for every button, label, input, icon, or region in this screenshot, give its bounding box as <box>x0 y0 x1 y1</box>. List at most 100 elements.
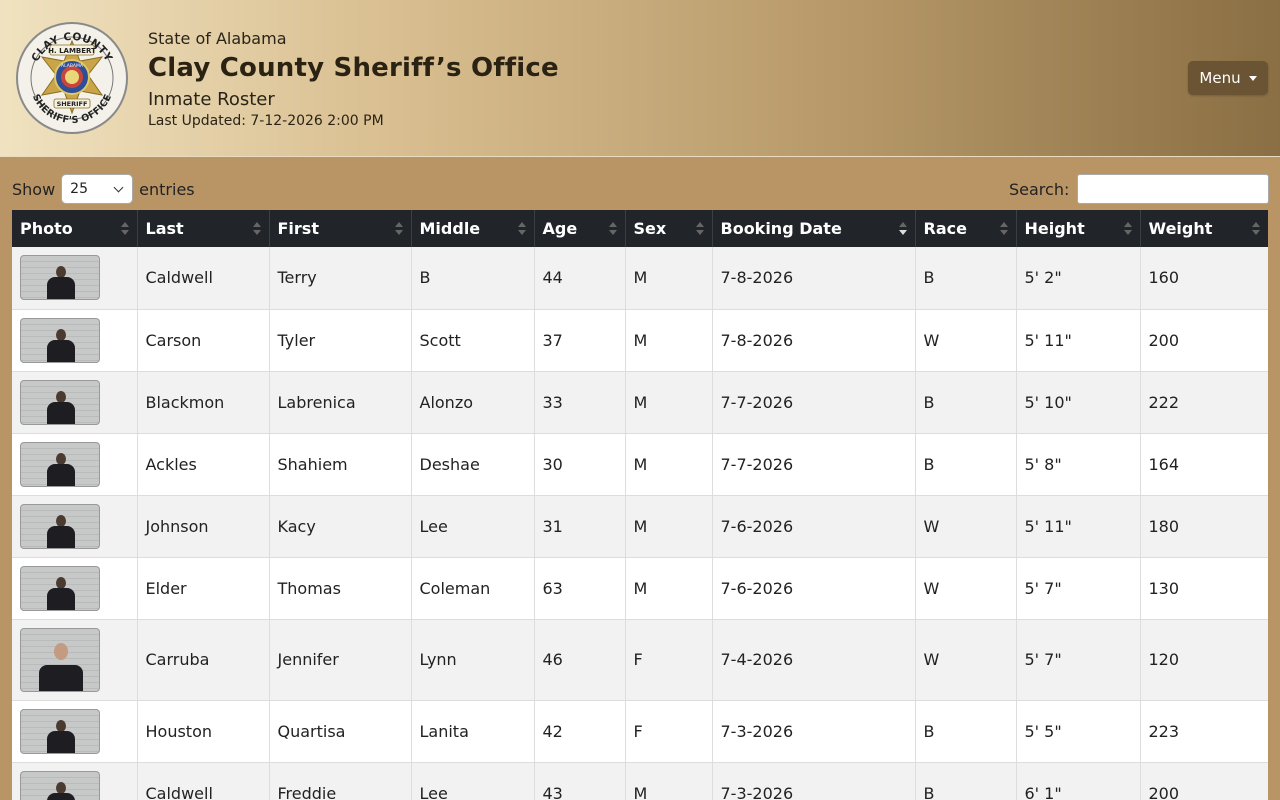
column-header-label: Booking Date <box>720 219 842 238</box>
cell-age: 44 <box>534 247 626 310</box>
menu-button[interactable]: Menu <box>1188 61 1268 95</box>
table-row[interactable]: Elder Thomas Coleman 63 M 7-6-2026 W 5' 7" 130 <box>12 557 1268 620</box>
cell-first: Jennifer <box>269 619 412 701</box>
page-subtitle: Inmate Roster <box>148 89 275 110</box>
column-header-label: Age <box>542 219 578 238</box>
inmate-photo[interactable] <box>20 770 100 800</box>
site-header: CLAY COUNTY SHERIFF'S OFFICE H. LAMBERT … <box>0 0 1280 157</box>
column-header-last[interactable]: Last <box>137 210 270 247</box>
column-header-label: Sex <box>633 219 667 238</box>
column-header-label: Race <box>923 219 967 238</box>
table-row[interactable]: Blackmon Labrenica Alonzo 33 M 7-7-2026 B 5' 10… <box>12 371 1268 434</box>
last-updated-text: Last Updated: 7-12-2026 2:00 PM <box>148 113 384 129</box>
cell-sex: F <box>625 619 713 701</box>
column-header-label: Middle <box>419 219 481 238</box>
cell-middle: Coleman <box>411 557 535 620</box>
cell-last: Houston <box>137 700 270 763</box>
cell-height: 5' 11" <box>1016 495 1141 558</box>
svg-text:H. LAMBERT: H. LAMBERT <box>48 47 96 55</box>
column-header-label: Weight <box>1148 219 1213 238</box>
cell-sex: M <box>625 247 713 310</box>
cell-last: Johnson <box>137 495 270 558</box>
inmate-photo[interactable] <box>20 379 100 425</box>
cell-booking: 7-8-2026 <box>712 247 916 310</box>
cell-height: 5' 10" <box>1016 371 1141 434</box>
cell-age: 63 <box>534 557 626 620</box>
column-header-first[interactable]: First <box>269 210 412 247</box>
table-row[interactable]: Johnson Kacy Lee 31 M 7-6-2026 W 5' 11" 180 <box>12 495 1268 558</box>
column-header-weight[interactable]: Weight <box>1140 210 1268 247</box>
inmate-photo[interactable] <box>20 627 100 692</box>
page-title: Clay County Sheriff’s Office <box>148 53 559 83</box>
cell-booking: 7-7-2026 <box>712 433 916 496</box>
inmate-photo[interactable] <box>20 503 100 549</box>
cell-height: 5' 7" <box>1016 619 1141 701</box>
photo-cell <box>12 495 138 558</box>
cell-weight: 222 <box>1140 371 1268 434</box>
entries-label: entries <box>139 179 195 199</box>
cell-sex: M <box>625 371 713 434</box>
table-row[interactable]: Carruba Jennifer Lynn 46 F 7-4-2026 W 5' 7" 120 <box>12 619 1268 701</box>
sort-icon <box>252 222 261 236</box>
svg-text:SHERIFF: SHERIFF <box>57 100 88 108</box>
cell-race: B <box>915 371 1017 434</box>
photo-cell <box>12 309 138 372</box>
search-control: Search: <box>1009 174 1270 204</box>
cell-first: Thomas <box>269 557 412 620</box>
column-header-label: First <box>277 219 319 238</box>
cell-middle: Deshae <box>411 433 535 496</box>
show-label: Show <box>12 179 56 199</box>
column-header-race[interactable]: Race <box>915 210 1017 247</box>
inmate-photo[interactable] <box>20 441 100 487</box>
inmate-photo[interactable] <box>20 565 100 611</box>
column-header-age[interactable]: Age <box>534 210 626 247</box>
cell-first: Quartisa <box>269 700 412 763</box>
sort-icon <box>999 222 1008 236</box>
cell-weight: 160 <box>1140 247 1268 310</box>
column-header-booking-date[interactable]: Booking Date <box>712 210 916 247</box>
cell-middle: Alonzo <box>411 371 535 434</box>
column-header-height[interactable]: Height <box>1016 210 1141 247</box>
cell-middle: B <box>411 247 535 310</box>
cell-height: 5' 8" <box>1016 433 1141 496</box>
column-header-sex[interactable]: Sex <box>625 210 713 247</box>
column-header-label: Height <box>1024 219 1085 238</box>
table-header-row: Photo Last First Middle Age Sex Booking Date Ra… <box>12 210 1268 247</box>
menu-button-label: Menu <box>1199 69 1241 87</box>
cell-weight: 130 <box>1140 557 1268 620</box>
cell-race: B <box>915 762 1017 800</box>
cell-sex: F <box>625 700 713 763</box>
table-row[interactable]: Caldwell Freddie Lee 43 M 7-3-2026 B 6' 1" 200 <box>12 762 1268 800</box>
entries-select[interactable]: 25 <box>61 174 134 204</box>
cell-weight: 120 <box>1140 619 1268 701</box>
column-header-label: Photo <box>20 219 73 238</box>
cell-booking: 7-6-2026 <box>712 557 916 620</box>
cell-race: W <box>915 309 1017 372</box>
cell-sex: M <box>625 495 713 558</box>
cell-race: B <box>915 700 1017 763</box>
cell-booking: 7-7-2026 <box>712 371 916 434</box>
column-header-photo[interactable]: Photo <box>12 210 138 247</box>
cell-height: 6' 1" <box>1016 762 1141 800</box>
table-row[interactable]: Houston Quartisa Lanita 42 F 7-3-2026 B 5' 5" 22… <box>12 700 1268 763</box>
sort-icon <box>695 222 704 236</box>
cell-first: Terry <box>269 247 412 310</box>
cell-sex: M <box>625 309 713 372</box>
cell-race: B <box>915 247 1017 310</box>
cell-age: 43 <box>534 762 626 800</box>
state-label: State of Alabama <box>148 29 287 48</box>
inmate-photo[interactable] <box>20 255 100 301</box>
cell-age: 33 <box>534 371 626 434</box>
table-row[interactable]: Ackles Shahiem Deshae 30 M 7-7-2026 B 5' 8" 164 <box>12 433 1268 496</box>
search-input[interactable] <box>1077 174 1270 204</box>
inmate-photo[interactable] <box>20 708 100 754</box>
table-row[interactable]: Caldwell Terry B 44 M 7-8-2026 B 5' 2" 160 <box>12 247 1268 310</box>
photo-cell <box>12 247 138 310</box>
column-header-middle[interactable]: Middle <box>411 210 535 247</box>
photo-cell <box>12 433 138 496</box>
entries-control: Show 25 entries <box>12 174 195 204</box>
cell-last: Elder <box>137 557 270 620</box>
sort-icon <box>898 222 907 236</box>
inmate-photo[interactable] <box>20 317 100 363</box>
table-row[interactable]: Carson Tyler Scott 37 M 7-8-2026 W 5' 11" 200 <box>12 309 1268 372</box>
